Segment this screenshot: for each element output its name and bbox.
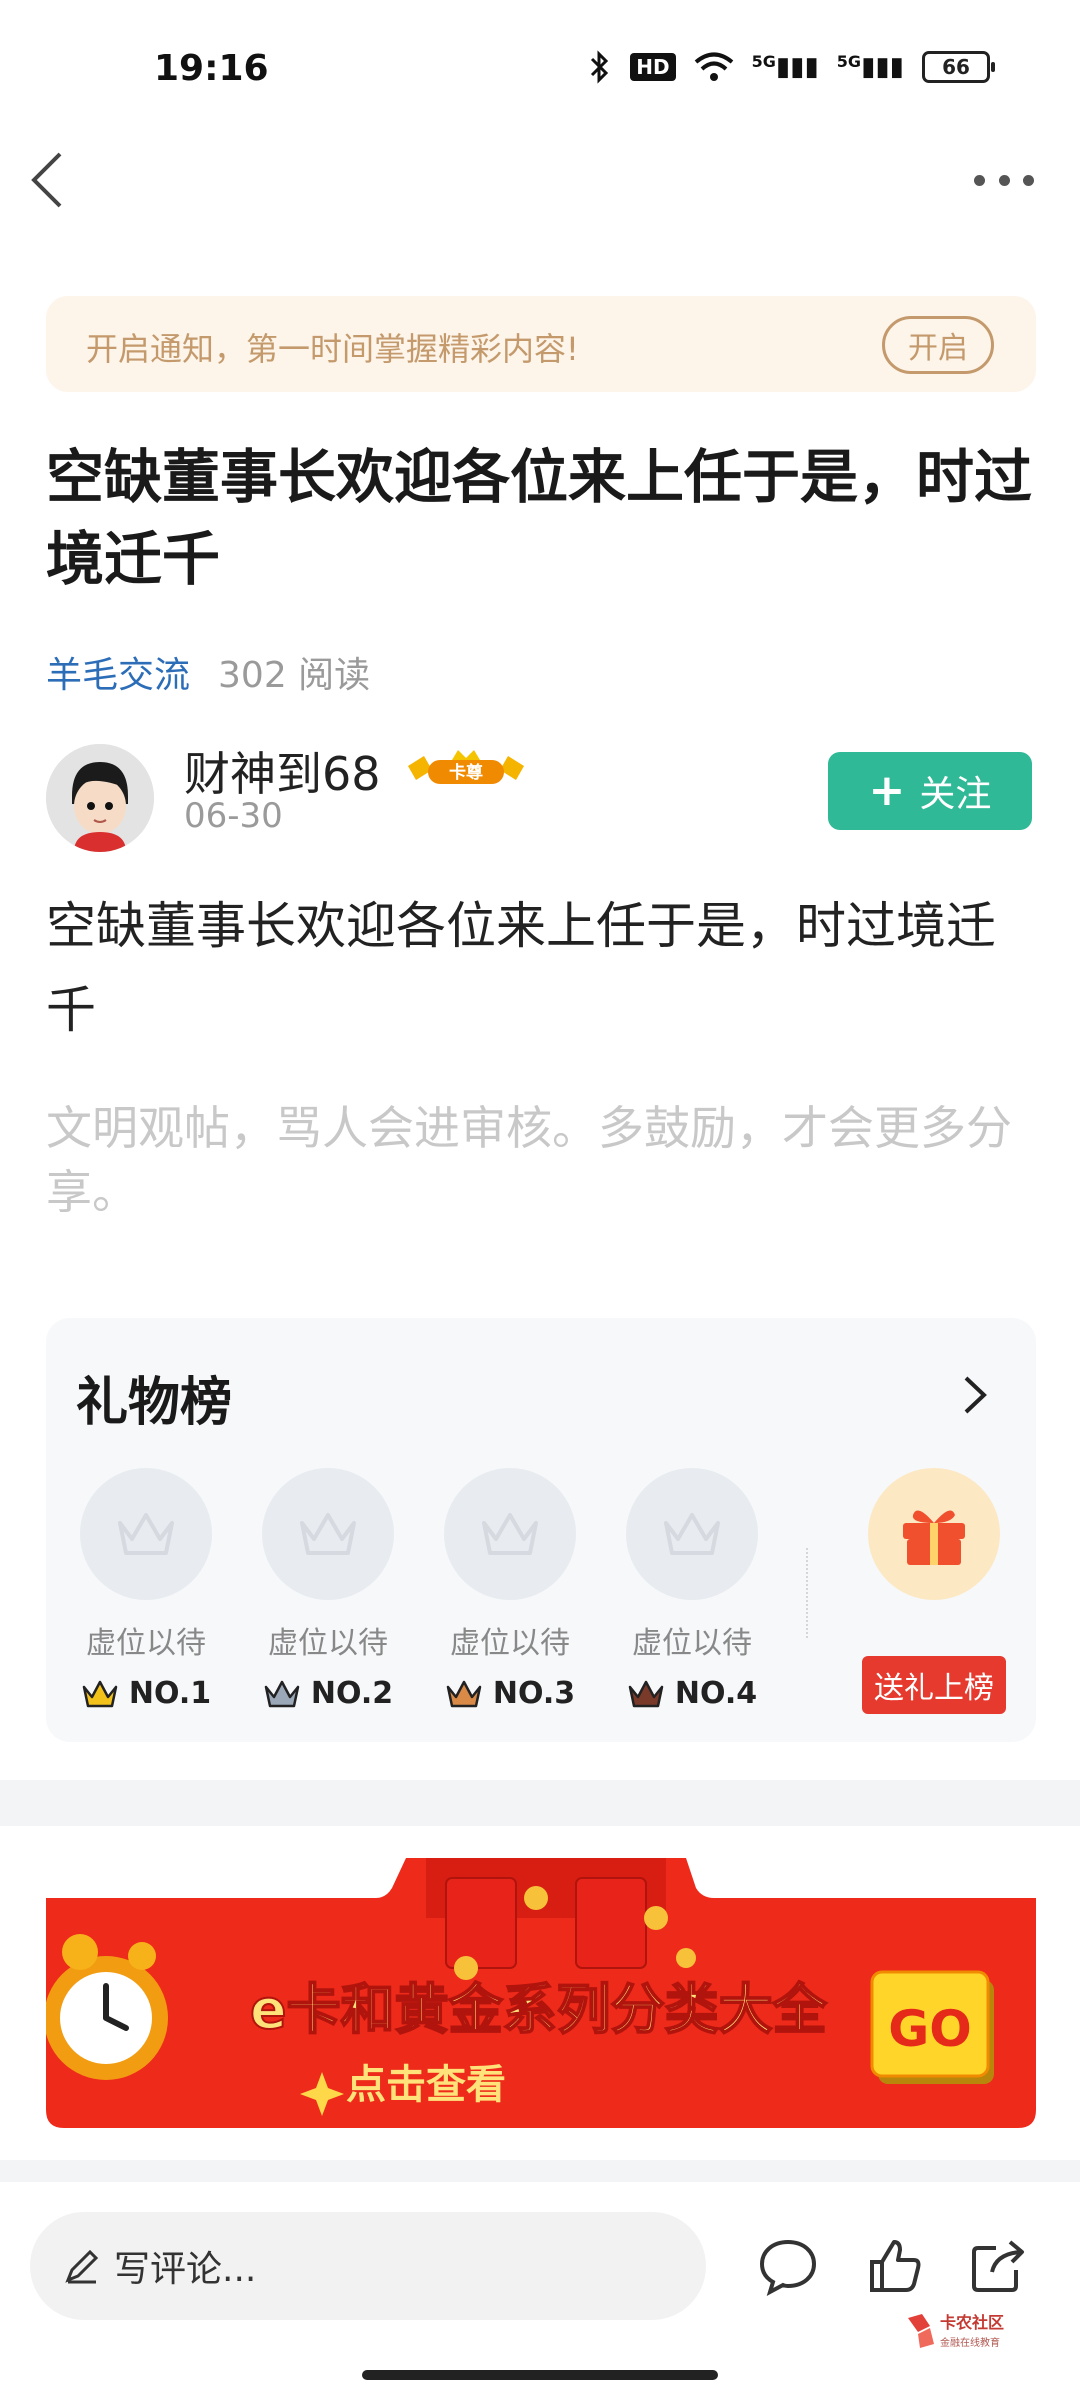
status-bar: 19:16 HD 5G▮▮▮ 5G▮▮▮ 66 <box>0 0 1080 140</box>
board-link[interactable]: 羊毛交流 <box>46 646 190 698</box>
watermark-tagline: 金融在线教育 <box>940 2336 1000 2349</box>
home-indicator[interactable] <box>362 2370 718 2380</box>
read-count: 302 阅读 <box>218 655 371 696</box>
pen-icon <box>65 2249 99 2284</box>
chevron-right-icon[interactable] <box>960 1372 990 1418</box>
comment-input[interactable]: 写评论... <box>30 2212 706 2320</box>
promo-go: GO <box>888 2000 972 2058</box>
watermark: 卡农社区 金融在线教育 <box>904 2310 1024 2354</box>
send-gift-button[interactable]: 送礼上榜 <box>862 1656 1006 1714</box>
notification-text: 开启通知，第一时间掌握精彩内容! <box>86 330 579 368</box>
rank-placeholder: 虚位以待 <box>450 1626 570 1661</box>
gift-rank-slot[interactable]: 虚位以待 NO.1 <box>76 1468 216 1711</box>
share-icon[interactable] <box>966 2234 1030 2298</box>
crown-icon <box>82 1680 118 1707</box>
bottom-bar: 写评论... 卡农社区 金融在线教育 <box>0 2182 1080 2400</box>
rank-number: NO.2 <box>310 1676 394 1711</box>
rank-placeholder: 虚位以待 <box>86 1626 206 1661</box>
author-name[interactable]: 财神到68 <box>184 738 381 804</box>
signal-icon: 5G▮▮▮ <box>836 52 904 82</box>
status-time: 19:16 <box>154 48 269 89</box>
post-title: 空缺董事长欢迎各位来上任于是，时过境迁千 <box>46 443 1033 593</box>
follow-button[interactable]: + 关注 <box>828 752 1032 830</box>
promo-headline: e卡和黄金系列分类大全 <box>250 1978 828 2041</box>
promo-banner-art: e卡和黄金系列分类大全 点击查看 GO <box>44 1858 1036 2128</box>
rank-number: NO.3 <box>492 1676 576 1711</box>
empty-crown-icon <box>626 1468 758 1600</box>
vip-badge: 卡尊 <box>402 748 530 790</box>
gift-board: 礼物榜 虚位以待 NO.1 虚位以待 NO.2 虚位以待 NO.3 虚位以待 N… <box>46 1318 1036 1742</box>
network-label: 5G <box>836 52 862 71</box>
watermark-name: 卡农社区 <box>940 2313 1004 2332</box>
crown-badge-icon: 卡尊 <box>408 750 524 784</box>
crown-icon <box>628 1680 664 1707</box>
plus-icon: + <box>868 765 906 816</box>
like-icon[interactable] <box>862 2234 926 2298</box>
avatar-illustration <box>46 744 154 852</box>
post-body: 空缺董事长欢迎各位来上任于是，时过境迁千 <box>46 897 996 1039</box>
gift-board-title: 礼物榜 <box>76 1373 233 1433</box>
rank-label: NO.3 <box>440 1676 580 1711</box>
rank-label: NO.2 <box>258 1676 398 1711</box>
rank-placeholder: 虚位以待 <box>632 1626 752 1661</box>
gift-icon[interactable] <box>868 1468 1000 1600</box>
hd-icon: HD <box>630 53 676 81</box>
divider <box>806 1548 808 1638</box>
badge-label: 卡尊 <box>449 762 483 783</box>
empty-crown-icon <box>444 1468 576 1600</box>
enable-notification-button[interactable]: 开启 <box>882 316 994 374</box>
more-icon[interactable] <box>974 160 1034 200</box>
empty-crown-icon <box>80 1468 212 1600</box>
section-divider <box>0 1780 1080 1826</box>
kanong-logo-icon: 卡农社区 金融在线教育 <box>908 2313 1004 2349</box>
civility-hint: 文明观帖，骂人会进审核。多鼓励，才会更多分享。 <box>46 1101 1012 1219</box>
promo-banner[interactable]: e卡和黄金系列分类大全 点击查看 GO <box>44 1858 1036 2128</box>
avatar[interactable] <box>46 744 154 852</box>
back-icon[interactable] <box>28 150 68 210</box>
signal-icon: 5G▮▮▮ <box>751 52 819 82</box>
gift-rank-slot[interactable]: 虚位以待 NO.4 <box>622 1468 762 1711</box>
rank-number: NO.1 <box>128 1676 212 1711</box>
bluetooth-icon <box>591 50 609 84</box>
battery-icon: 66 <box>922 51 995 83</box>
battery-level: 66 <box>942 55 970 79</box>
rank-placeholder: 虚位以待 <box>268 1626 388 1661</box>
post-date: 06-30 <box>184 796 283 836</box>
crown-icon <box>264 1680 300 1707</box>
comment-icon[interactable] <box>756 2234 820 2298</box>
rank-number: NO.4 <box>674 1676 758 1711</box>
gift-rank-slot[interactable]: 虚位以待 NO.3 <box>440 1468 580 1711</box>
rank-label: NO.4 <box>622 1676 762 1711</box>
notification-banner: 开启通知，第一时间掌握精彩内容! 开启 <box>46 296 1036 392</box>
promo-subline: 点击查看 <box>346 2062 506 2108</box>
section-divider <box>0 2160 1080 2182</box>
gift-rank-slot[interactable]: 虚位以待 NO.2 <box>258 1468 398 1711</box>
post-meta: 羊毛交流 302 阅读 <box>46 646 370 698</box>
rank-label: NO.1 <box>76 1676 216 1711</box>
network-label: 5G <box>751 52 776 71</box>
crown-icon <box>446 1680 482 1707</box>
empty-crown-icon <box>262 1468 394 1600</box>
status-icons: HD 5G▮▮▮ 5G▮▮▮ 66 <box>588 50 995 84</box>
wifi-icon <box>694 52 733 81</box>
follow-label: 关注 <box>919 774 992 815</box>
comment-placeholder: 写评论... <box>114 2249 257 2290</box>
